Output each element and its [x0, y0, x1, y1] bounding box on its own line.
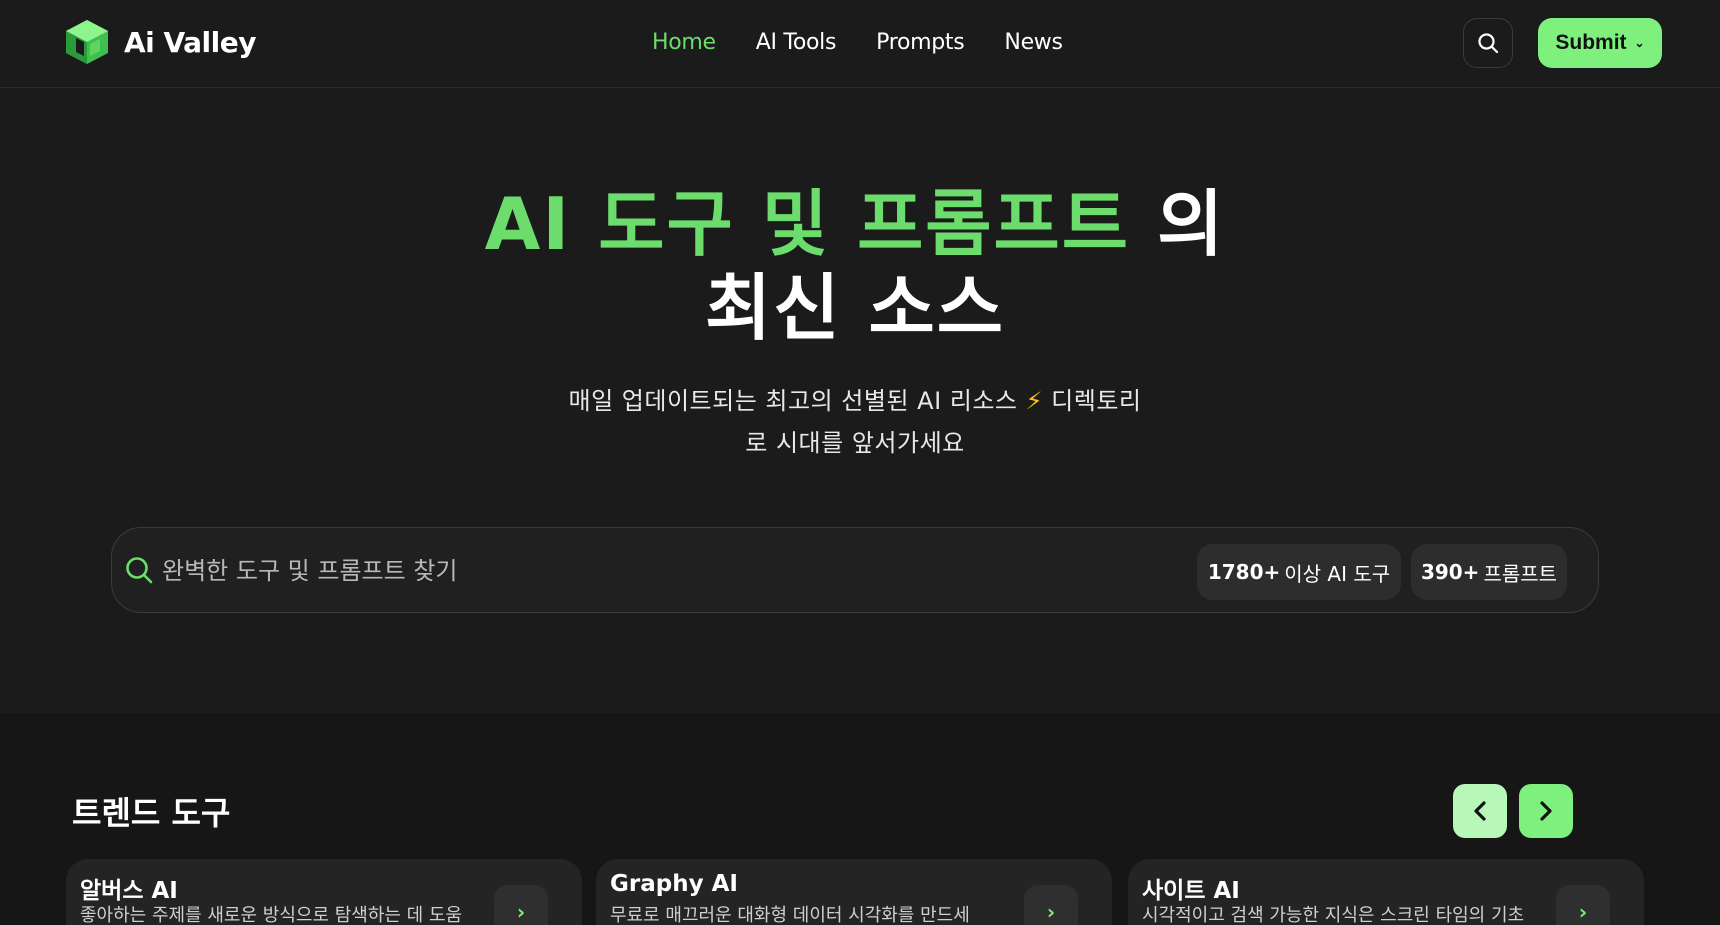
- chevron-right-icon: [1540, 801, 1552, 821]
- hero-title-highlight: AI 도구 및 프롬프트: [484, 182, 1131, 266]
- tool-card-open-button[interactable]: ›: [1556, 885, 1610, 925]
- stat-prompts-label: 프롬프트: [1483, 561, 1558, 586]
- submit-label: Submit: [1555, 31, 1627, 54]
- chevron-right-icon: ›: [516, 900, 526, 924]
- hero-title-line2: 최신 소스: [704, 266, 1006, 350]
- brand-logo[interactable]: Ai Valley: [64, 18, 257, 66]
- stat-prompts-count: 390+: [1420, 560, 1480, 584]
- tool-card-desc: 시각적이고 검색 가능한 지식은 스크린 타임의 기초: [1142, 905, 1525, 925]
- stat-tools-badge[interactable]: 1780+ 이상 AI 도구: [1197, 544, 1401, 600]
- hero-title: AI 도구 및 프롬프트 의 최신 소스: [0, 182, 1710, 350]
- tool-card[interactable]: 알버스 AI 좋아하는 주제를 새로운 방식으로 탐색하는 데 도움 ›: [66, 859, 582, 925]
- hero-subtitle-part3: 로 시대를 앞서가세요: [745, 429, 965, 457]
- stat-prompts-badge[interactable]: 390+ 프롬프트: [1411, 544, 1567, 600]
- search-icon: [1478, 33, 1499, 54]
- tool-card-title: 알버스 AI: [80, 878, 178, 904]
- hero-subtitle-part1: 매일 업데이트되는 최고의 선별된 AI 리소스: [568, 387, 1018, 415]
- header-search-button[interactable]: [1463, 18, 1513, 68]
- tool-card-desc: 무료로 매끄러운 대화형 데이터 시각화를 만드세: [610, 905, 970, 925]
- chevron-left-icon: [1474, 801, 1486, 821]
- nav-prompts[interactable]: Prompts: [876, 30, 965, 55]
- section-title-trending: 트렌드 도구: [72, 794, 231, 832]
- stat-tools-label: 이상 AI 도구: [1284, 561, 1391, 586]
- top-header: Ai Valley Home AI Tools Prompts News Sub…: [0, 0, 1720, 88]
- tool-card-title: Graphy AI: [610, 871, 738, 897]
- main-search-bar: 1780+ 이상 AI 도구 390+ 프롬프트: [111, 527, 1599, 613]
- nav-news[interactable]: News: [1004, 30, 1063, 55]
- lightning-icon: ⚡: [1025, 387, 1044, 415]
- chevron-down-icon: ⌄: [1634, 36, 1645, 50]
- tool-card[interactable]: Graphy AI 무료로 매끄러운 대화형 데이터 시각화를 만드세 ›: [596, 859, 1112, 925]
- chevron-right-icon: ›: [1578, 900, 1588, 924]
- hero-subtitle-part2: 디렉토리: [1051, 387, 1142, 415]
- cube-logo-icon: [66, 20, 108, 64]
- main-nav: Home AI Tools Prompts News: [652, 24, 1063, 60]
- hero-subtitle: 매일 업데이트되는 최고의 선별된 AI 리소스 ⚡ 디렉토리 로 시대를 앞서…: [520, 380, 1190, 464]
- tool-card-desc: 좋아하는 주제를 새로운 방식으로 탐색하는 데 도움: [80, 905, 463, 925]
- search-input[interactable]: [162, 548, 1162, 594]
- nav-ai-tools[interactable]: AI Tools: [756, 30, 837, 55]
- hero-title-suffix: 의: [1130, 182, 1226, 266]
- stat-tools-count: 1780+: [1207, 560, 1281, 584]
- carousel-prev-button[interactable]: [1453, 784, 1507, 838]
- brand-name: Ai Valley: [124, 25, 257, 59]
- tool-card-title: 사이트 AI: [1142, 878, 1240, 904]
- chevron-right-icon: ›: [1046, 900, 1056, 924]
- search-icon: [126, 557, 153, 584]
- tool-card-open-button[interactable]: ›: [1024, 885, 1078, 925]
- carousel-next-button[interactable]: [1519, 784, 1573, 838]
- tool-card[interactable]: 사이트 AI 시각적이고 검색 가능한 지식은 스크린 타임의 기초 ›: [1128, 859, 1644, 925]
- submit-button[interactable]: Submit ⌄: [1538, 18, 1662, 68]
- tool-card-open-button[interactable]: ›: [494, 885, 548, 925]
- nav-home[interactable]: Home: [652, 30, 716, 55]
